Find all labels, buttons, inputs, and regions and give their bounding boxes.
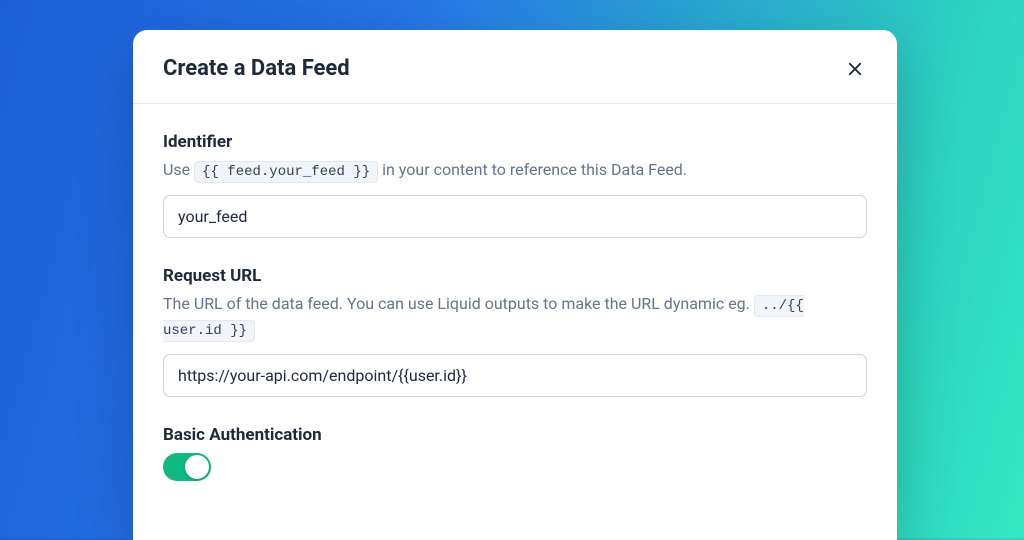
modal-body: Identifier Use {{ feed.your_feed }} in y… bbox=[133, 104, 897, 537]
basic-auth-toggle[interactable] bbox=[163, 453, 211, 481]
request-url-help-prefix: The URL of the data feed. You can use Li… bbox=[163, 294, 754, 313]
basic-auth-section: Basic Authentication bbox=[163, 425, 867, 481]
identifier-help-suffix: in your content to reference this Data F… bbox=[378, 160, 687, 179]
identifier-input[interactable] bbox=[163, 195, 867, 238]
request-url-label: Request URL bbox=[163, 266, 867, 286]
identifier-section: Identifier Use {{ feed.your_feed }} in y… bbox=[163, 132, 867, 238]
close-button[interactable] bbox=[843, 57, 867, 81]
identifier-help-prefix: Use bbox=[163, 160, 194, 179]
identifier-help-code: {{ feed.your_feed }} bbox=[194, 161, 378, 183]
identifier-help: Use {{ feed.your_feed }} in your content… bbox=[163, 158, 867, 183]
request-url-input[interactable] bbox=[163, 354, 867, 397]
toggle-knob bbox=[185, 455, 209, 479]
close-icon bbox=[846, 60, 864, 78]
identifier-label: Identifier bbox=[163, 132, 867, 152]
basic-auth-toggle-wrapper bbox=[163, 453, 867, 481]
modal-title: Create a Data Feed bbox=[163, 56, 350, 81]
request-url-help: The URL of the data feed. You can use Li… bbox=[163, 292, 867, 342]
request-url-section: Request URL The URL of the data feed. Yo… bbox=[163, 266, 867, 397]
create-data-feed-modal: Create a Data Feed Identifier Use {{ fee… bbox=[133, 30, 897, 540]
basic-auth-label: Basic Authentication bbox=[163, 425, 867, 445]
modal-header: Create a Data Feed bbox=[133, 30, 897, 104]
